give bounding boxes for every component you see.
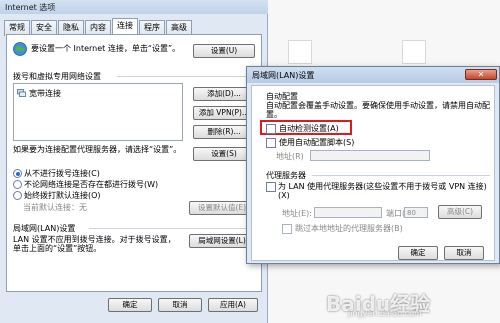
checkbox[interactable] — [266, 137, 276, 148]
globe-icon — [13, 42, 27, 56]
use-proxy-label: 为 LAN 使用代理服务器(这些设置不用于拨号或 VPN 连接)(X) — [278, 182, 487, 200]
dialup-section-title: 拨号和虚拟专用网络设置 — [13, 72, 101, 81]
divider — [117, 76, 257, 77]
apply-button[interactable]: 应用(A) — [208, 298, 258, 312]
internet-options-window: Internet 选项 常规 安全 隐私 内容 连接 程序 高级 要设置一个 I… — [0, 0, 268, 323]
proxy-address-field[interactable] — [314, 207, 382, 218]
lan-section-title: 局域网(LAN)设置 — [13, 224, 76, 233]
setup-text: 要设置一个 Internet 连接，单击“设置”。 — [31, 44, 181, 53]
ok-button[interactable]: 确定 — [108, 298, 152, 312]
checkbox[interactable] — [282, 223, 292, 234]
advanced-button[interactable]: 高级(C) — [438, 205, 482, 219]
checkbox[interactable] — [266, 123, 276, 134]
connection-name: 宽带连接 — [29, 89, 61, 98]
script-address-field[interactable] — [310, 150, 430, 161]
radio-button[interactable] — [13, 169, 22, 178]
bypass-local-checkbox[interactable]: 跳过本地地址的代理服务器(B) — [282, 223, 403, 234]
auto-detect-checkbox[interactable]: 自动检测设置(A) — [266, 123, 339, 134]
proxy-address-label: 地址(E): — [282, 209, 312, 218]
radio-button[interactable] — [13, 191, 22, 200]
auto-config-note: 自动配置会覆盖手动设置。要确保使用手动设置，请禁用自动配置。 — [266, 101, 490, 119]
port-field[interactable]: 80 — [404, 207, 428, 218]
dialog-title: 局域网(LAN)设置 — [247, 67, 499, 83]
proxy-title: 代理服务器 — [266, 171, 306, 180]
radio-dial-when-no-network[interactable]: 不论网络连接是否存在都进行拨号(W) — [13, 179, 158, 190]
network-connection-icon — [17, 89, 26, 97]
window-title: Internet 选项 — [0, 0, 268, 14]
divider — [89, 228, 257, 229]
proxy-note: 如果要为连接配置代理服务器，请选择“设置”。 — [13, 145, 182, 154]
divider — [312, 175, 490, 176]
script-address-label: 地址(R) — [276, 152, 304, 161]
thumbnail-tile — [402, 40, 426, 64]
setup-button[interactable]: 设置(U) — [193, 44, 255, 58]
cancel-button[interactable]: 取消 — [444, 246, 484, 260]
connections-list[interactable]: 宽带连接 — [13, 83, 183, 141]
current-default-label: 当前默认连接： — [23, 203, 79, 212]
thumbnail-tile — [288, 40, 312, 64]
radio-button[interactable] — [13, 180, 22, 189]
ok-button[interactable]: 确定 — [398, 246, 438, 260]
close-button[interactable]: ✕ — [465, 69, 497, 80]
lan-note: LAN 设置不应用到拨号连接。对于拨号设置，单击上面的“设置”按钮。 — [13, 235, 176, 253]
current-default-value: 无 — [79, 203, 87, 212]
dialog-body: 自动配置 自动配置会覆盖手动设置。要确保使用手动设置，请禁用自动配置。 自动检测… — [251, 85, 495, 261]
use-script-checkbox[interactable]: 使用自动配置脚本(S) — [266, 137, 354, 148]
cancel-button[interactable]: 取消 — [158, 298, 202, 312]
checkbox[interactable] — [266, 182, 276, 192]
list-item[interactable]: 宽带连接 — [17, 88, 177, 98]
radio-never-dial[interactable]: 从不进行拨号连接(C) — [13, 168, 100, 179]
connections-panel: 要设置一个 Internet 连接，单击“设置”。 设置(U) 拨号和虚拟专用网… — [6, 34, 262, 292]
lan-settings-dialog: 局域网(LAN)设置 ✕ 自动配置 自动配置会覆盖手动设置。要确保使用手动设置，… — [246, 66, 500, 264]
tab-strip: 常规 安全 隐私 内容 连接 程序 高级 — [4, 18, 193, 36]
close-icon: ✕ — [477, 70, 485, 79]
current-default-row: 当前默认连接：无 — [23, 202, 87, 213]
watermark-url: jingyan.baidu.com — [348, 309, 422, 318]
radio-always-dial-default[interactable]: 始终拨打默认连接(O) — [13, 190, 101, 201]
